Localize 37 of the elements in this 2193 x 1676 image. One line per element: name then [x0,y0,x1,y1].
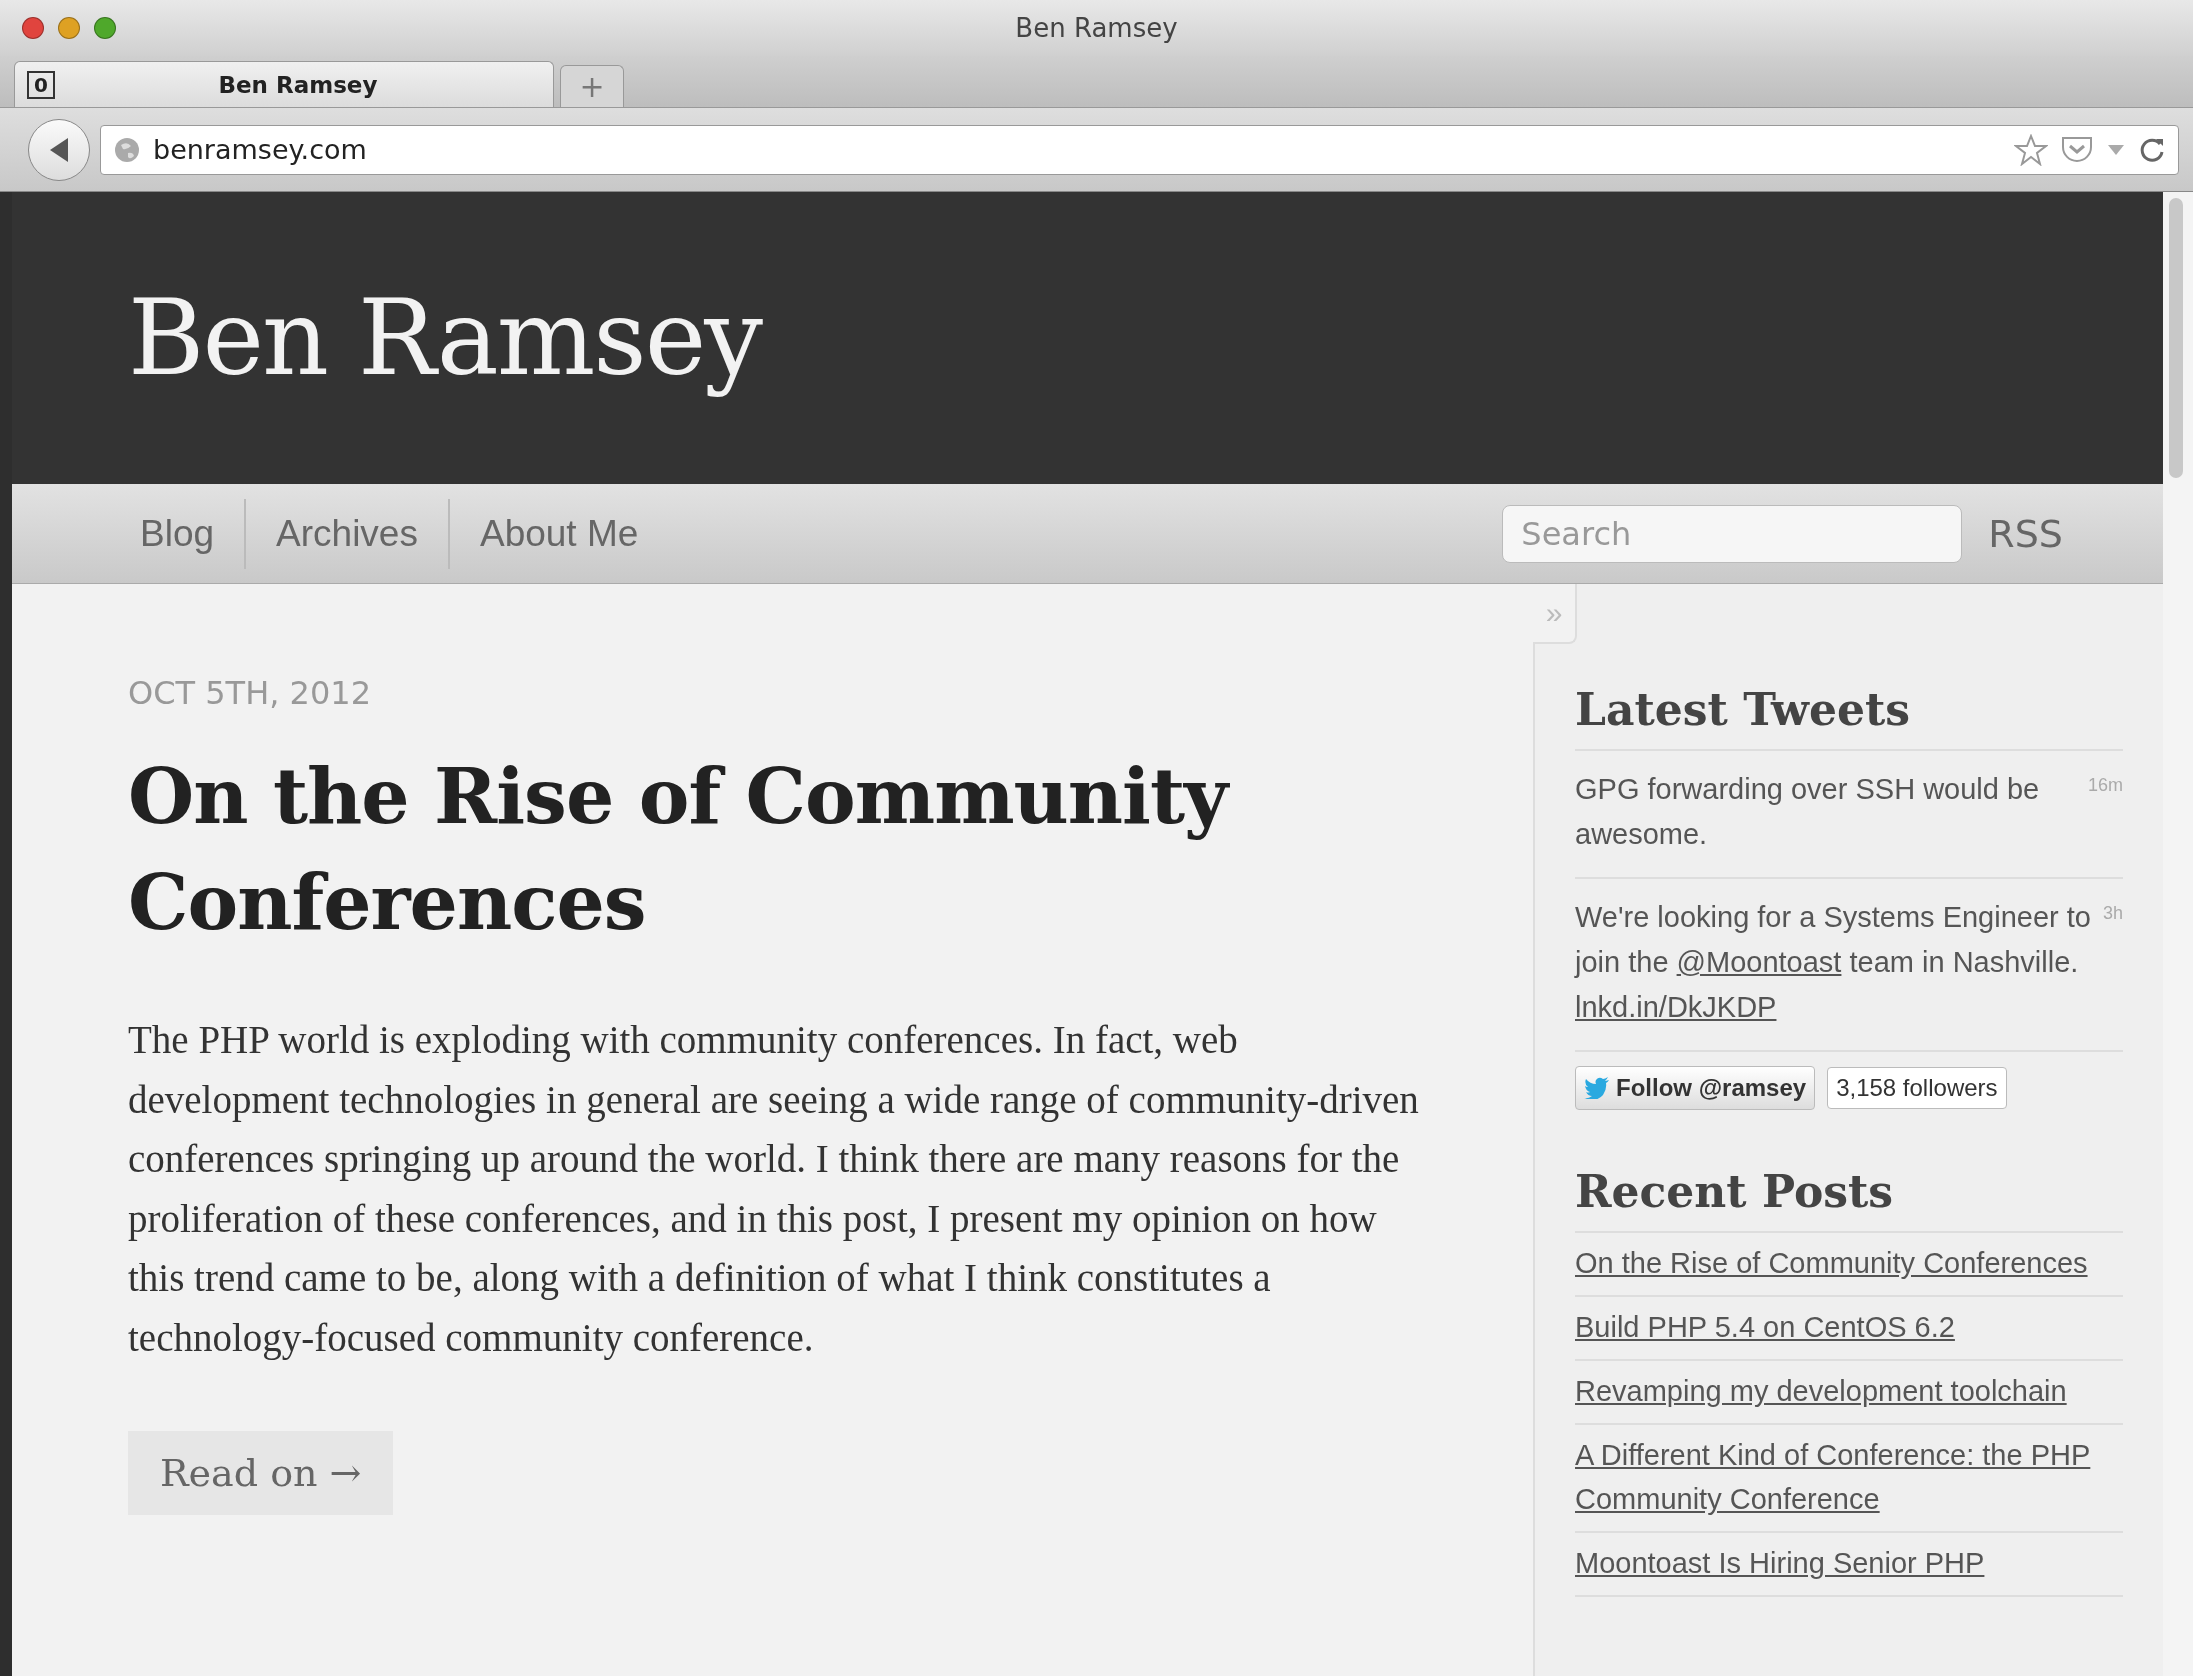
browser-tab[interactable]: 0 Ben Ramsey [14,61,554,107]
tab-badge: 0 [27,70,55,99]
nav-link[interactable]: Archives [244,498,448,569]
recent-post-link[interactable]: Revamping my development toolchain [1575,1369,2123,1413]
nav-link[interactable]: About Me [447,498,669,569]
recent-post-link[interactable]: Moontoast Is Hiring Senior PHP [1575,1541,2123,1585]
sidebar-heading: Recent Posts [1575,1166,2123,1233]
recent-post-link[interactable]: A Different Kind of Conference: the PHP Community Conference [1575,1433,2123,1521]
follower-count: 3,158 followers [1827,1067,2007,1109]
follow-button[interactable]: Follow @ramsey [1575,1066,1816,1110]
post-date: OCT 5TH, 2012 [128,674,371,712]
star-icon[interactable] [2014,133,2048,166]
recent-post-link[interactable]: Build PHP 5.4 on CentOS 6.2 [1575,1305,2123,1349]
window-title: Ben Ramsey [1015,13,1178,43]
post-title: On the Rise of Community Conferences [128,751,1231,949]
nav-link[interactable]: Blog [118,498,245,569]
zoom-window-button[interactable] [94,17,116,39]
tweet-text: We're looking for a Systems Engineer to join the @Moontoast team in Nashville. lnkd.in/DkJKDP [1575,900,2092,1025]
minimize-window-button[interactable] [58,17,80,39]
dropdown-arrow-icon[interactable] [2106,142,2126,157]
tweet-time: 3h [2102,902,2123,925]
search-field[interactable]: Search [1502,504,1963,563]
close-window-button[interactable] [22,17,44,39]
sidebar-heading: Latest Tweets [1575,684,2123,751]
recent-post-link[interactable]: On the Rise of Community Conferences [1575,1241,2123,1285]
tweet-link[interactable]: lnkd.in/DkJKDP [1575,991,1777,1023]
tweet-text: GPG forwarding over SSH would be awesome. [1575,772,2041,852]
rss-link[interactable]: RSS [1988,511,2063,556]
post-excerpt: The PHP world is exploding with community conferences. In fact, web development technologies in general are seeing a wide range of community-driven conferences springing up around the world. I think there are many reasons for the proliferation of these conferences, and in this post, I present my opinion on how this trend came to be, along with a definition of what I think constitutes a technology-focused community conference. [128,1017,1420,1362]
read-on-button[interactable]: Read on → [128,1431,394,1515]
globe-icon [113,135,141,164]
tweet-link[interactable]: @Moontoast [1676,946,1842,978]
bird-icon [1584,1077,1610,1099]
site-title: Ben Ramsey [128,277,761,399]
pocket-icon[interactable] [2060,134,2094,165]
address-field[interactable]: benramsey.com [100,124,2179,175]
tweet-time: 16m [2088,774,2123,797]
